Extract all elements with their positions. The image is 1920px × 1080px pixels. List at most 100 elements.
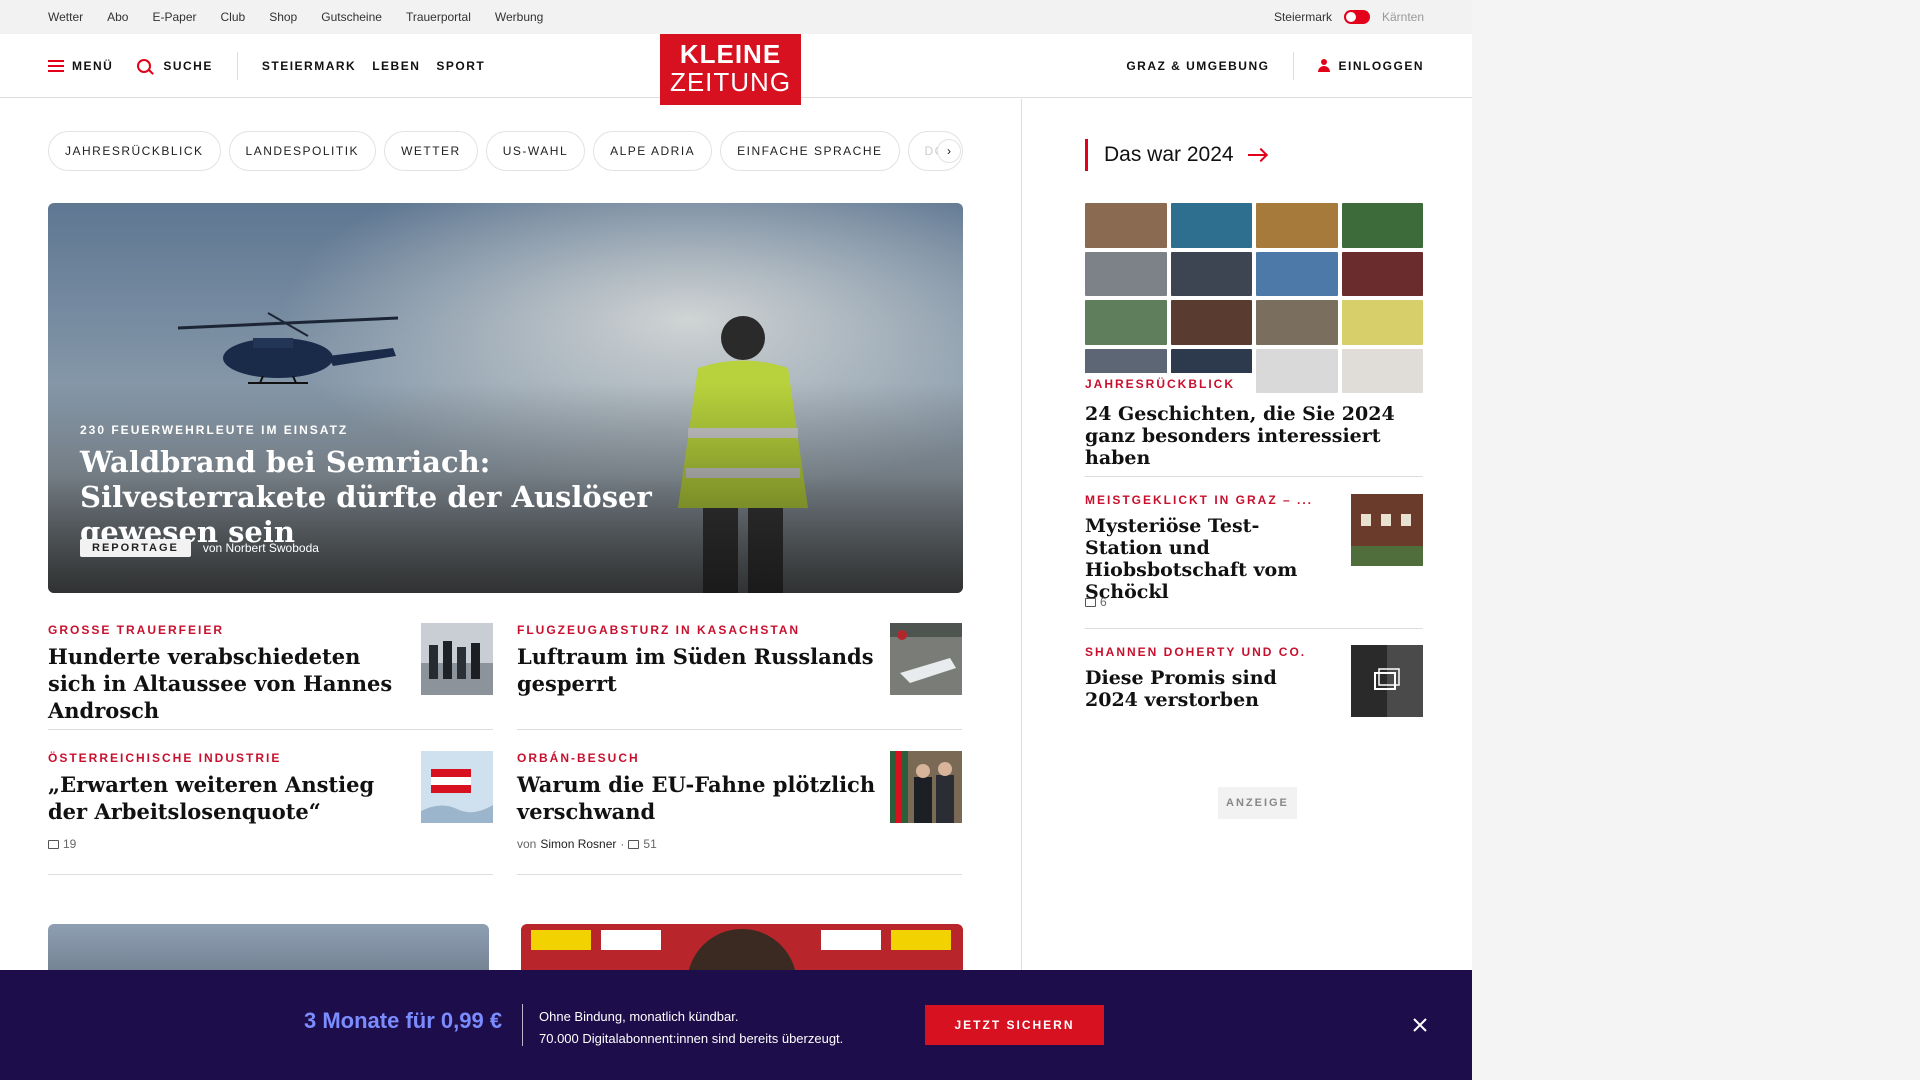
utility-link-shop[interactable]: Shop [269,10,297,24]
subscription-banner: 3 Monate für 0,99 € Ohne Bindung, monatl… [0,970,1472,1080]
promo-text: Ohne Bindung, monatlich kündbar. 70.000 … [539,1006,843,1050]
topic-chips: JAHRESRÜCKBLICK LANDESPOLITIK WETTER US-… [48,131,963,171]
year-review-collage[interactable] [1085,203,1423,393]
utility-link-club[interactable]: Club [221,10,246,24]
hero-byline: von Norbert Swoboda [202,541,319,555]
promo-line-2: 70.000 Digitalabonnent:innen sind bereit… [539,1031,844,1046]
header-divider-right [1293,51,1295,80]
chip-einfache-sprache[interactable]: EINFACHE SPRACHE [720,131,900,171]
arrow-right-icon [1247,154,1266,156]
hero-meta: REPORTAGE von Norbert Swoboda [80,539,319,557]
sidebar-item-title[interactable]: Mysteriöse Test-Station und Hiobsbotscha… [1085,515,1325,603]
ad-label: ANZEIGE [1218,787,1297,819]
sidebar-thumbnail [1351,494,1423,566]
article-title[interactable]: Luftraum im Süden Russlands gesperrt [517,643,877,697]
article-card[interactable]: GROSSE TRAUERFEIER Hunderte verabschiede… [48,623,493,730]
year-review-heading[interactable]: Das war 2024 [1085,139,1266,171]
feature-title[interactable]: 24 Geschichten, die Sie 2024 ganz besond… [1085,403,1423,469]
comment-count[interactable]: 19 [63,837,76,851]
user-icon [1318,59,1331,72]
sidebar-item-title[interactable]: Diese Promis sind 2024 verstorben [1085,667,1325,711]
chevron-right-icon: › [947,144,951,158]
nav-leben[interactable]: LEBEN [372,59,420,73]
utility-links: Wetter Abo E-Paper Club Shop Gutscheine … [48,10,543,24]
search-button[interactable]: SUCHE [137,58,213,73]
search-label: SUCHE [163,58,213,73]
nav-sport[interactable]: SPORT [436,59,485,73]
article-thumbnail [890,751,962,823]
article-card[interactable]: ORBÁN-BESUCH Warum die EU-Fahne plötzlic… [517,751,962,875]
utility-link-epaper[interactable]: E-Paper [152,10,196,24]
region-switch: Steiermark Kärnten [1274,10,1424,24]
header-divider [236,51,238,80]
article-card[interactable]: FLUGZEUGABSTURZ IN KASACHSTAN Luftraum i… [517,623,962,730]
utility-link-wetter[interactable]: Wetter [48,10,83,24]
region-steiermark[interactable]: Steiermark [1274,10,1332,24]
sidebar-item-footer: 6 [1085,595,1107,609]
promo-price: 3 Monate für 0,99 € [304,1008,503,1033]
region-toggle[interactable] [1343,10,1370,24]
chip-us-wahl[interactable]: US-WAHL [485,131,586,171]
sidebar-divider [1085,628,1423,629]
comment-count[interactable]: 51 [643,837,656,851]
article-thumbnail [890,623,962,695]
author-name[interactable]: Simon Rosner [540,837,616,851]
byline-prefix: von [517,837,537,851]
comment-icon [628,839,640,849]
sidebar-item-kicker: MEISTGEKLICKT IN GRAZ – ... [1085,489,1314,511]
chip-wetter[interactable]: WETTER [384,131,478,171]
chip-jahresrueckblick[interactable]: JAHRESRÜCKBLICK [48,131,221,171]
hero-kicker: 230 FEUERWEHRLEUTE IM EINSATZ [80,423,349,437]
utility-link-gutscheine[interactable]: Gutscheine [321,10,382,24]
chip-scroll-right-button[interactable]: › [937,139,961,163]
article-card[interactable]: ÖSTERREICHISCHE INDUSTRIE „Erwarten weit… [48,751,493,875]
article-footer: von Simon Rosner · 51 [517,837,962,851]
comment-count[interactable]: 6 [1100,595,1107,609]
article-thumbnail [421,623,493,695]
hamburger-icon [48,59,64,72]
sidebar: Das war 2024 JAHRESRÜCKBLICK 24 Geschich… [1023,99,1472,1080]
logo-line-1: KLEINE [679,39,782,69]
utility-link-abo[interactable]: Abo [107,10,128,24]
hero-article[interactable]: 230 FEUERWEHRLEUTE IM EINSATZ Waldbrand … [48,203,963,593]
article-title[interactable]: Warum die EU-Fahne plötzlich verschwand [517,771,877,825]
region-kaernten[interactable]: Kärnten [1382,10,1424,24]
sidebar-divider [1085,476,1423,477]
article-title[interactable]: „Erwarten weiteren Anstieg der Arbeitslo… [48,771,408,825]
gallery-thumbnail [1351,645,1423,717]
logo-line-2: ZEITUNG [669,67,792,97]
kleine-zeitung-logo[interactable]: KLEINE ZEITUNG [660,34,801,105]
article-thumbnail [421,751,493,823]
hero-title[interactable]: Waldbrand bei Semriach: Silvesterrakete … [80,445,700,550]
utility-bar: Wetter Abo E-Paper Club Shop Gutscheine … [0,0,1472,34]
region-link[interactable]: GRAZ & UMGEBUNG [1126,59,1269,73]
feature-kicker: JAHRESRÜCKBLICK [1085,373,1255,395]
menu-label: MENÜ [72,58,114,73]
promo-line-1: Ohne Bindung, monatlich kündbar. [539,1009,739,1024]
menu-button[interactable]: MENÜ [48,59,113,73]
chip-alpe-adria[interactable]: ALPE ADRIA [593,131,713,171]
page: Wetter Abo E-Paper Club Shop Gutscheine … [0,0,1472,1080]
utility-link-werbung[interactable]: Werbung [495,10,543,24]
subscribe-button[interactable]: JETZT SICHERN [925,1005,1104,1045]
comment-icon [48,839,59,849]
main-column: JAHRESRÜCKBLICK LANDESPOLITIK WETTER US-… [0,99,1022,1080]
sidebar-item-kicker: SHANNEN DOHERTY UND CO. [1085,641,1307,663]
close-icon[interactable] [1408,1013,1432,1037]
chip-landespolitik[interactable]: LANDESPOLITIK [228,131,377,171]
reportage-tag: REPORTAGE [80,539,191,557]
comment-icon [1085,597,1096,607]
search-icon [137,58,152,73]
login-button[interactable]: EINLOGGEN [1318,59,1424,73]
separator-dot: · [620,837,625,851]
promo-divider [522,1004,523,1046]
header-nav: MENÜ SUCHE STEIERMARK LEBEN SPORT [48,51,485,80]
main-header: MENÜ SUCHE STEIERMARK LEBEN SPORT KLEINE… [0,34,1472,105]
year-review-title: Das war 2024 [1104,143,1234,166]
utility-link-trauerportal[interactable]: Trauerportal [406,10,471,24]
article-footer: 19 [48,837,493,851]
header-right: GRAZ & UMGEBUNG EINLOGGEN [1126,51,1424,80]
login-label: EINLOGGEN [1338,58,1424,73]
article-title[interactable]: Hunderte verabschiedeten sich in Altauss… [48,643,408,724]
nav-steiermark[interactable]: STEIERMARK [262,59,356,73]
